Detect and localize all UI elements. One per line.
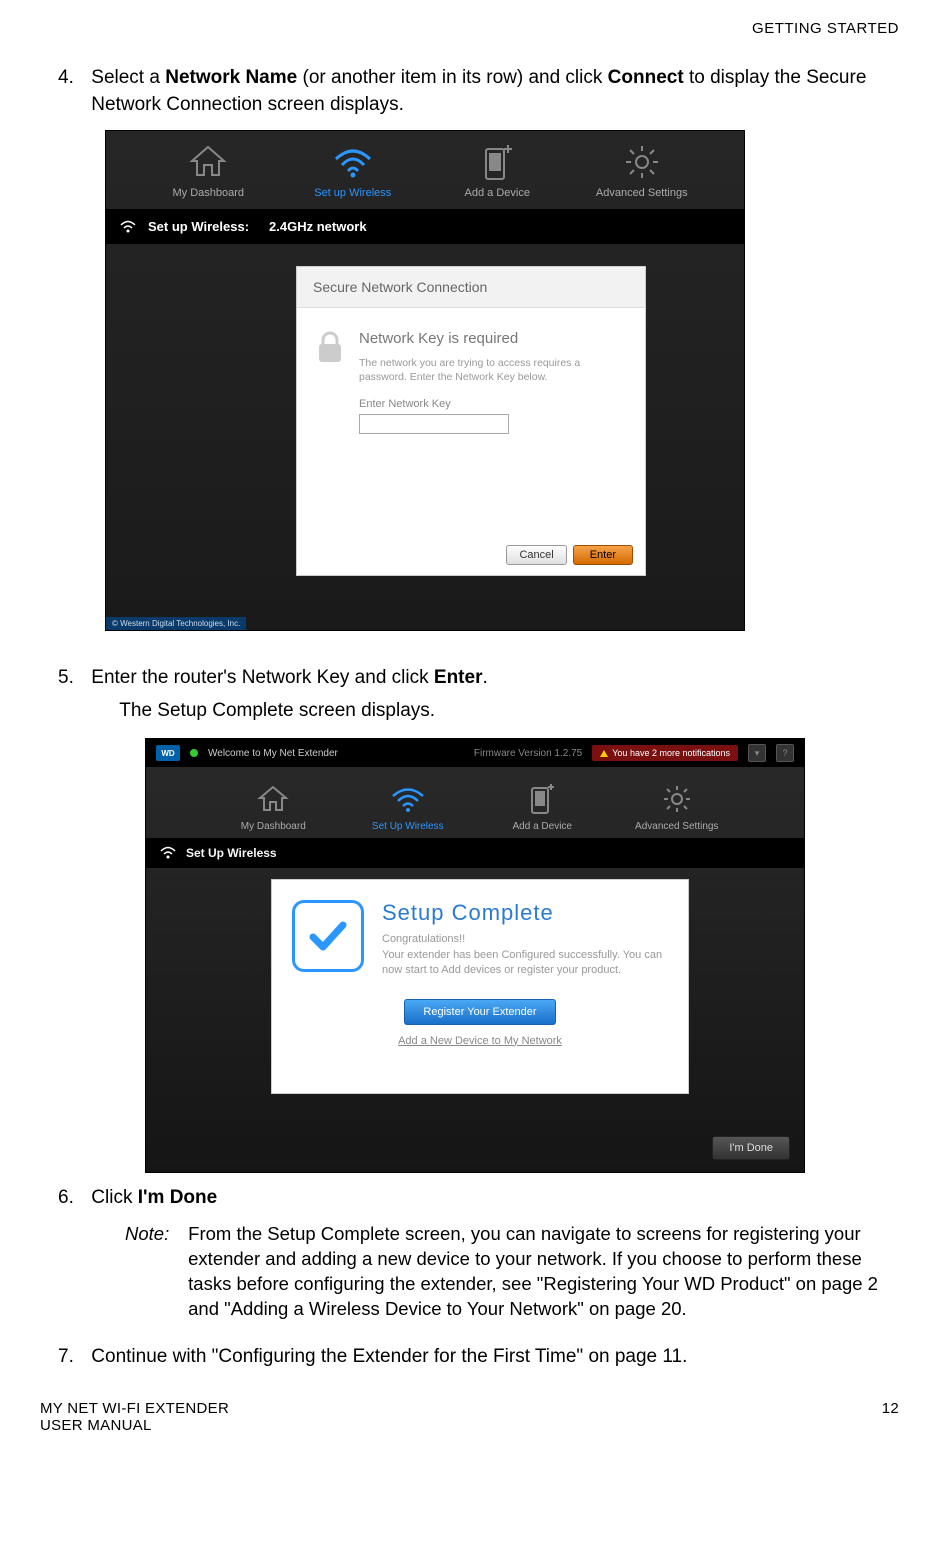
add-device-icon <box>523 783 561 815</box>
network-key-label: Enter Network Key <box>359 398 627 410</box>
setup-complete-body: Your extender has been Configured succes… <box>382 949 662 976</box>
home-icon <box>186 143 230 181</box>
gear-icon <box>658 783 696 815</box>
wireless-bar: Set up Wireless: 2.4GHz network <box>106 209 744 244</box>
note-body: From the Setup Complete screen, you can … <box>188 1222 888 1322</box>
setup-complete-panel: Setup Complete Congratulations!! Your ex… <box>271 879 689 1094</box>
panel-heading: Network Key is required <box>359 330 627 347</box>
nav2-wireless[interactable]: Set Up Wireless <box>353 783 463 832</box>
wireless-bar-2: Set Up Wireless <box>146 838 804 868</box>
panel-desc: The network you are trying to access req… <box>359 357 627 384</box>
page-footer: MY NET WI-FI EXTENDER USER MANUAL 12 <box>40 1400 899 1434</box>
note-block: Note: From the Setup Complete screen, yo… <box>125 1222 899 1322</box>
step-6-number: 6. <box>58 1185 86 1212</box>
add-device-link[interactable]: Add a New Device to My Network <box>292 1035 668 1047</box>
network-key-input[interactable] <box>359 414 509 434</box>
screenshot-setup-complete: WD Welcome to My Net Extender Firmware V… <box>145 738 805 1173</box>
nav2-dashboard[interactable]: My Dashboard <box>218 783 328 832</box>
secure-connection-panel: Secure Network Connection Network Key is… <box>296 266 646 576</box>
notification-badge[interactable]: You have 2 more notifications <box>592 745 738 761</box>
step-7-text: Continue with "Configuring the Extender … <box>91 1344 881 1371</box>
home-icon <box>254 783 292 815</box>
add-device-icon <box>475 143 519 181</box>
note-label: Note: <box>125 1222 183 1247</box>
section-header: GETTING STARTED <box>40 20 899 37</box>
wifi-small-icon <box>120 220 136 234</box>
screenshot-secure-network: My Dashboard Set up Wireless Add a Devic… <box>105 130 745 631</box>
step-5: 5. Enter the router's Network Key and cl… <box>58 665 899 724</box>
lock-icon <box>315 330 345 364</box>
dropdown-toggle[interactable]: ▾ <box>748 744 766 762</box>
alert-icon <box>600 750 608 757</box>
top-bar: WD Welcome to My Net Extender Firmware V… <box>146 739 804 767</box>
nav-add-device[interactable]: Add a Device <box>437 143 557 199</box>
nav-advanced[interactable]: Advanced Settings <box>582 143 702 199</box>
congrats-text: Congratulations!! <box>382 933 465 945</box>
step-5-number: 5. <box>58 665 86 692</box>
wifi-icon <box>389 783 427 815</box>
step-4: 4. Select a Network Name (or another ite… <box>58 65 899 118</box>
step-6-text: Click I'm Done <box>91 1185 881 1212</box>
step-4-number: 4. <box>58 65 86 92</box>
nav-tabs: My Dashboard Set up Wireless Add a Devic… <box>106 131 744 203</box>
footer-product: MY NET WI-FI EXTENDER <box>40 1400 229 1417</box>
nav2-add-device[interactable]: Add a Device <box>487 783 597 832</box>
welcome-text: Welcome to My Net Extender <box>208 748 338 759</box>
nav-tabs-2: My Dashboard Set Up Wireless Add a Devic… <box>146 767 804 838</box>
nav-wireless[interactable]: Set up Wireless <box>293 143 413 199</box>
step-6: 6. Click I'm Done <box>58 1185 899 1212</box>
wd-logo: WD <box>156 745 180 761</box>
cancel-button[interactable]: Cancel <box>506 545 566 565</box>
step-5-text: Enter the router's Network Key and click… <box>91 665 881 724</box>
gear-icon <box>620 143 664 181</box>
nav-dashboard[interactable]: My Dashboard <box>148 143 268 199</box>
nav2-advanced[interactable]: Advanced Settings <box>622 783 732 832</box>
enter-button[interactable]: Enter <box>573 545 633 565</box>
copyright: © Western Digital Technologies, Inc. <box>106 617 246 630</box>
checkmark-icon <box>292 900 364 972</box>
setup-complete-title: Setup Complete <box>382 900 668 926</box>
status-dot-icon <box>190 749 198 757</box>
page-number: 12 <box>882 1400 899 1434</box>
wifi-small-icon <box>160 846 176 860</box>
firmware-version: Firmware Version 1.2.75 <box>474 748 582 759</box>
help-button[interactable]: ? <box>776 744 794 762</box>
im-done-button[interactable]: I'm Done <box>712 1136 790 1160</box>
step-5-sub: The Setup Complete screen displays. <box>119 698 881 725</box>
wifi-icon <box>331 143 375 181</box>
register-extender-button[interactable]: Register Your Extender <box>404 999 555 1025</box>
step-7-number: 7. <box>58 1344 86 1371</box>
step-7: 7. Continue with "Configuring the Extend… <box>58 1344 899 1371</box>
panel-title: Secure Network Connection <box>297 267 645 308</box>
footer-manual: USER MANUAL <box>40 1417 229 1434</box>
step-4-text: Select a Network Name (or another item i… <box>91 65 881 118</box>
